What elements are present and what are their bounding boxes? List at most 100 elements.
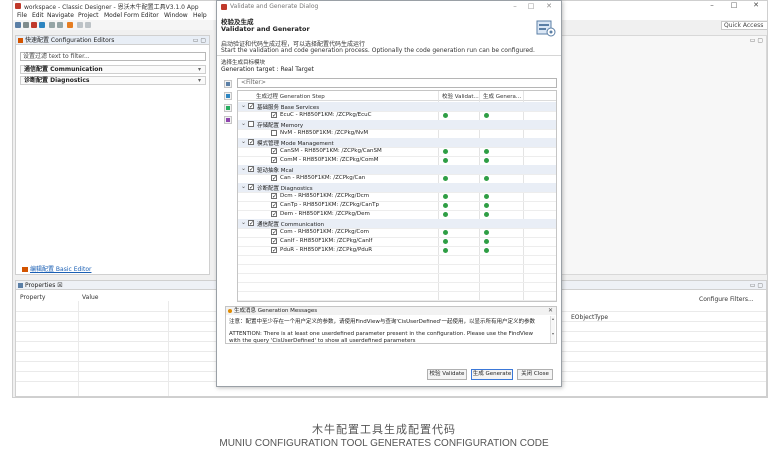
editor-filter-input[interactable]: 设置过滤 text to filter... [20, 52, 206, 61]
undo-icon[interactable] [49, 22, 55, 28]
messages-close-button[interactable]: ✕ [548, 307, 553, 315]
tree-group-row[interactable]: ⌄ ✓ 诊断配置 Diagnostics [238, 183, 556, 192]
generation-step-filter-input[interactable]: <Filter> [237, 78, 557, 88]
step-label: 基础服务 Base Services [257, 105, 320, 111]
tree-item-row[interactable]: ✓ CanSM - RH850F1KM: /ZCPkg/CanSM [238, 147, 556, 156]
chevron-down-icon[interactable]: ⌄ [241, 120, 246, 127]
tree-group-row[interactable]: ⌄ ✓ 通信配置 Communication [238, 219, 556, 228]
step-checkbox[interactable]: ✓ [248, 139, 254, 146]
tree-item-row[interactable]: ✓ ComM - RH850F1KM: /ZCPkg/ComM [238, 156, 556, 165]
tree-item-row[interactable]: ✓ EcuC - RH850F1KM: /ZCPkg/EcuC [238, 111, 556, 120]
step-checkbox[interactable]: ✓ [248, 166, 254, 173]
tree-item-row[interactable]: ✓ Can - RH850F1KM: /ZCPkg/Can [238, 174, 556, 183]
validate-status-icon [443, 203, 448, 208]
step-checkbox[interactable]: ✓ [248, 103, 254, 110]
editor-item-diagnostics[interactable]: 诊断配置 Diagnostics ▾ [20, 76, 206, 85]
chevron-down-icon[interactable]: ⌄ [241, 183, 246, 190]
step-column-header[interactable]: 生成过程 Generation Step [256, 92, 325, 100]
chevron-down-icon[interactable]: ⌄ [241, 165, 246, 172]
step-checkbox[interactable] [271, 130, 277, 136]
toolbar [13, 20, 213, 30]
generate-icon[interactable] [39, 22, 45, 28]
step-checkbox[interactable]: ✓ [271, 175, 277, 182]
tree-item-row[interactable]: ✓ CanTp - RH850F1KM: /ZCPkg/CanTp [238, 201, 556, 210]
select-all-button[interactable] [224, 104, 232, 112]
redo-icon[interactable] [57, 22, 63, 28]
validate-status-icon [443, 239, 448, 244]
editor-tab[interactable]: 快速配置 Configuration Editors ▭ ▢ [16, 36, 209, 45]
menu-window[interactable]: Window [164, 12, 188, 19]
divider [238, 291, 556, 292]
save-icon[interactable] [23, 22, 29, 28]
step-checkbox[interactable]: ✓ [271, 112, 277, 119]
tree-item-row[interactable]: ✓ CanIf - RH850F1KM: /ZCPkg/CanIf [238, 237, 556, 246]
generate-button[interactable]: 生成 Generate [471, 369, 513, 380]
generator-banner-icon [536, 20, 556, 37]
validate-icon[interactable] [31, 22, 37, 28]
right-panel-controls[interactable]: ▭ ▢ [750, 37, 763, 44]
search-icon[interactable] [67, 22, 73, 28]
property-column-header[interactable]: Property [20, 294, 45, 301]
deselect-all-button[interactable] [224, 116, 232, 124]
app-logo-icon [15, 3, 21, 9]
window-title: workspace - Classic Designer - 恩沃木牛配置工具V… [24, 4, 199, 11]
step-checkbox[interactable]: ✓ [271, 247, 277, 254]
tree-group-row[interactable]: ⌄ ✓ 驱动抽象 Mcal [238, 165, 556, 174]
collapse-all-button[interactable] [224, 92, 232, 100]
caption-chinese: 木牛配置工具生成配置代码 [312, 423, 456, 436]
quick-access-field[interactable]: Quick Access [721, 21, 767, 30]
step-checkbox[interactable]: ✓ [271, 148, 277, 155]
step-checkbox[interactable]: ✓ [271, 238, 277, 245]
expand-all-button[interactable] [224, 80, 232, 88]
editor-item-communication[interactable]: 通信配置 Communication ▾ [20, 65, 206, 74]
dialog-close-button[interactable]: ✕ [543, 2, 555, 10]
basic-editor-link[interactable]: 编辑配置 Basic Editor [22, 264, 91, 273]
tree-item-row[interactable]: NvM - RH850F1KM: /ZCPkg/NvM [238, 129, 556, 138]
generate-column-header[interactable]: 生成 Genera... [483, 92, 521, 100]
menu-project[interactable]: Project [78, 12, 99, 19]
tree-group-row[interactable]: ⌄ 存储配置 Memory [238, 120, 556, 129]
step-checkbox[interactable]: ✓ [271, 229, 277, 236]
tree-item-row[interactable]: ✓ Com - RH850F1KM: /ZCPkg/Com [238, 228, 556, 237]
dialog-maximize-button[interactable]: □ [525, 2, 537, 10]
tree-group-row[interactable]: ⌄ ✓ 基础服务 Base Services [238, 102, 556, 111]
chevron-down-icon[interactable]: ⌄ [241, 219, 246, 226]
step-checkbox[interactable]: ✓ [271, 202, 277, 209]
menu-edit[interactable]: Edit [32, 12, 44, 19]
step-checkbox[interactable]: ✓ [271, 211, 277, 218]
step-checkbox[interactable] [248, 121, 254, 127]
tree-group-row[interactable]: ⌄ ✓ 模式管理 Mode Management [238, 138, 556, 147]
generate-status-icon [484, 248, 489, 253]
messages-scrollbar[interactable]: ▴ ▾ [550, 316, 555, 343]
step-checkbox[interactable]: ✓ [271, 157, 277, 164]
new-icon[interactable] [15, 22, 21, 28]
message-line: ATTENTION: There is at least one userdef… [229, 331, 534, 337]
step-checkbox[interactable]: ✓ [248, 220, 254, 227]
chevron-down-icon[interactable]: ⌄ [241, 102, 246, 109]
tree-item-row[interactable]: ✓ PduR - RH850F1KM: /ZCPkg/PduR [238, 246, 556, 255]
back-icon[interactable] [77, 22, 83, 28]
configure-filters-button[interactable]: Configure Filters... [699, 296, 754, 303]
properties-panel-controls[interactable]: ▭ ▢ [750, 281, 763, 290]
minimize-button[interactable]: – [703, 1, 721, 9]
forward-icon[interactable] [85, 22, 91, 28]
step-checkbox[interactable]: ✓ [271, 193, 277, 200]
dialog-logo-icon [221, 4, 227, 10]
close-dialog-button[interactable]: 关闭 Close [517, 369, 553, 380]
validate-button[interactable]: 校验 Validate [427, 369, 467, 380]
chevron-down-icon[interactable]: ⌄ [241, 138, 246, 145]
editor-panel-controls[interactable]: ▭ ▢ [193, 36, 206, 45]
tree-item-row[interactable]: ✓ Dcm - RH850F1KM: /ZCPkg/Dcm [238, 192, 556, 201]
value-column-header[interactable]: Value [82, 294, 98, 301]
menu-file[interactable]: File [17, 12, 27, 19]
dialog-minimize-button[interactable]: – [509, 2, 521, 10]
menu-model-form-editor[interactable]: Model Form Editor [104, 12, 159, 19]
tree-item-row[interactable]: ✓ Dem - RH850F1KM: /ZCPkg/Dem [238, 210, 556, 219]
validate-column-header[interactable]: 校验 Validat... [442, 92, 479, 100]
close-button[interactable]: ✕ [747, 1, 765, 9]
step-checkbox[interactable]: ✓ [248, 184, 254, 191]
divider [238, 273, 556, 274]
menu-help[interactable]: Help [193, 12, 207, 19]
maximize-button[interactable]: □ [725, 1, 743, 9]
menu-navigate[interactable]: Navigate [47, 12, 74, 19]
